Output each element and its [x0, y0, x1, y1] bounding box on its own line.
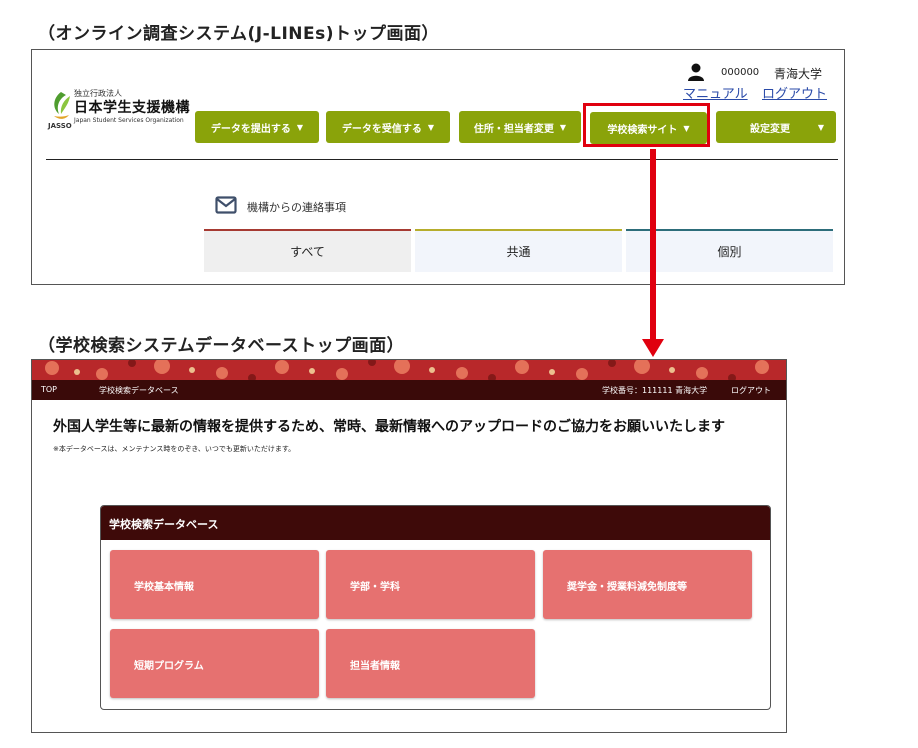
short-term-program-label: 短期プログラム	[134, 661, 204, 672]
user-code: 000000	[721, 67, 760, 78]
scholarship-tuition-label: 奨学金・授業料減免制度等	[567, 582, 687, 593]
caption-jlines-top: （オンライン調査システム(J-LINEs)トップ画面）	[38, 24, 440, 44]
header-divider	[46, 159, 838, 160]
nav-school-db-link[interactable]: 学校検索データベース	[99, 385, 179, 396]
caret-down-icon: ▼	[296, 122, 304, 132]
faculty-department-label: 学部・学科	[350, 582, 400, 593]
address-contact-change-button[interactable]: 住所・担当者変更 ▼	[459, 111, 581, 143]
short-term-program-button[interactable]: 短期プログラム	[110, 629, 319, 698]
red-arrow-down-icon	[642, 149, 664, 357]
card-header: 学校検索データベース	[101, 506, 770, 540]
receive-data-label: データを受信する	[341, 123, 422, 135]
jlines-top-screen: 独立行政法人 日本学生支援機構 JASSO Japan Student Serv…	[31, 49, 845, 285]
jasso-leaf-icon	[54, 92, 70, 119]
nav-top-link[interactable]: TOP	[41, 385, 57, 394]
basic-info-label: 学校基本情報	[134, 582, 194, 593]
logo-abbr: JASSO	[48, 122, 72, 130]
user-icon	[688, 63, 704, 81]
school-number-label: 学校番号：111111 青海大学	[602, 386, 708, 395]
contact-person-info-label: 担当者情報	[350, 661, 400, 672]
settings-change-label: 設定変更	[750, 123, 790, 135]
top-nav-bar: TOP 学校検索データベース 学校番号：111111 青海大学 ログアウト	[32, 380, 786, 400]
submit-data-button[interactable]: データを提出する ▼	[195, 111, 319, 143]
faculty-department-button[interactable]: 学部・学科	[326, 550, 535, 619]
highlight-box	[583, 103, 710, 147]
settings-change-button[interactable]: 設定変更 ▼	[716, 111, 836, 143]
user-school: 青海大学	[774, 67, 823, 81]
address-contact-change-label: 住所・担当者変更	[473, 123, 554, 135]
maintenance-note: ※本データベースは、メンテナンス時をのぞき、いつでも更新いただけます。	[53, 445, 296, 453]
logout-link[interactable]: ログアウト	[762, 83, 827, 102]
school-db-card: 学校検索データベース 学校基本情報 学部・学科 奨学金・授業料減免制度等 短期プ…	[100, 505, 771, 710]
tab-all[interactable]: すべて	[204, 229, 411, 272]
caret-down-icon: ▼	[559, 122, 567, 132]
card-title: 学校検索データベース	[109, 518, 219, 531]
nav-logout-link[interactable]: ログアウト	[731, 385, 771, 396]
caption-school-db-top: （学校検索システムデータベーストップ画面）	[38, 336, 405, 356]
scholarship-tuition-button[interactable]: 奨学金・授業料減免制度等	[543, 550, 752, 619]
logo-name: 日本学生支援機構	[74, 100, 190, 116]
logo-english: Japan Student Services Organization	[74, 117, 184, 124]
envelope-icon	[215, 196, 237, 214]
user-info: 000000 青海大学	[683, 63, 833, 81]
manual-link[interactable]: マニュアル	[683, 83, 748, 102]
jasso-logo: 独立行政法人 日本学生支援機構 JASSO Japan Student Serv…	[46, 88, 206, 133]
submit-data-label: データを提出する	[210, 123, 291, 135]
caret-down-icon: ▼	[817, 122, 824, 132]
contact-person-info-button[interactable]: 担当者情報	[326, 629, 535, 698]
page-headline: 外国人学生等に最新の情報を提供するため、常時、最新情報へのアップロードのご協力を…	[53, 419, 725, 435]
tab-common[interactable]: 共通	[415, 229, 622, 272]
decorative-kimono-band	[32, 360, 786, 380]
receive-data-button[interactable]: データを受信する ▼	[326, 111, 450, 143]
basic-info-button[interactable]: 学校基本情報	[110, 550, 319, 619]
school-search-db-screen: TOP 学校検索データベース 学校番号：111111 青海大学 ログアウト 外国…	[31, 359, 787, 733]
notice-label: 機構からの連絡事項	[247, 201, 346, 214]
caret-down-icon: ▼	[427, 122, 435, 132]
